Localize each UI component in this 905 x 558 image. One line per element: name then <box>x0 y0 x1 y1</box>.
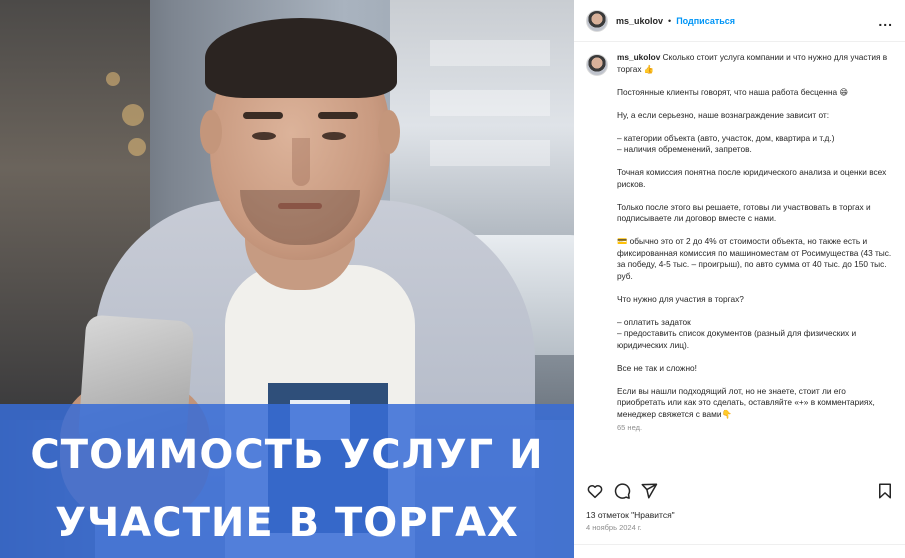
comment-button[interactable] <box>611 480 633 502</box>
caption-paragraph: Ну, а если серьезно, наше вознаграждение… <box>617 109 830 120</box>
share-button[interactable] <box>638 480 660 502</box>
caption-paragraph: – предоставить список документов (разный… <box>617 328 857 350</box>
banner-title-line-1: СТОИМОСТЬ УСЛУГ И <box>30 432 544 478</box>
background-light <box>122 104 144 126</box>
comment-bar <box>574 544 905 558</box>
background-light <box>128 138 146 156</box>
save-button[interactable] <box>874 480 896 502</box>
post-side-panel: ms_ukolov • Подписаться ... ms_ukolov Ск… <box>574 0 905 558</box>
caption-paragraph: – оплатить задаток <box>617 316 691 327</box>
caption-paragraph: Точная комиссия понятна после юридическо… <box>617 167 887 189</box>
background-window <box>430 40 550 66</box>
person-eyebrow <box>318 112 358 119</box>
post-header: ms_ukolov • Подписаться ... <box>574 0 905 42</box>
separator-dot: • <box>668 15 672 26</box>
post-actions <box>584 480 896 502</box>
follow-button[interactable]: Подписаться <box>676 16 735 26</box>
caption-body: ms_ukolov Сколько стоит услуга компании … <box>617 52 893 467</box>
person-eye <box>322 132 346 140</box>
background-light <box>106 72 120 86</box>
caption-paragraph: Только после этого вы решаете, готовы ли… <box>617 201 871 224</box>
person-ear <box>378 110 400 154</box>
heart-icon <box>587 485 603 499</box>
more-options-icon[interactable]: ... <box>878 13 893 29</box>
caption-username[interactable]: ms_ukolov <box>617 52 660 62</box>
avatar[interactable] <box>586 9 608 32</box>
caption-paragraph: 💳 обычно это от 2 до 4% от стоимости объ… <box>617 236 892 281</box>
caption-timestamp[interactable]: 65 нед. <box>617 422 893 434</box>
banner-title-line-2: УЧАСТИЕ В ТОРГАХ <box>55 500 519 546</box>
background-window <box>430 140 550 166</box>
person-hair <box>205 18 397 98</box>
caption-paragraph: Постоянные клиенты говорят, что наша раб… <box>617 86 849 97</box>
post-caption: ms_ukolov Сколько стоит услуга компании … <box>586 52 894 467</box>
author-username[interactable]: ms_ukolov <box>616 16 663 26</box>
caption-paragraph: Что нужно для участия в торгах? <box>617 293 744 304</box>
post-image[interactable]: СТОИМОСТЬ УСЛУГ И УЧАСТИЕ В ТОРГАХ <box>0 0 574 558</box>
background-window <box>430 90 550 116</box>
likes-count[interactable]: 13 отметок "Нравится" <box>586 510 675 520</box>
like-button[interactable] <box>584 480 606 502</box>
share-icon <box>641 483 658 499</box>
caption-paragraph: Если вы нашли подходящий лот, но не знае… <box>617 385 875 419</box>
person-ear <box>200 110 222 154</box>
person-eyebrow <box>243 112 283 119</box>
person-mouth <box>278 203 322 209</box>
bookmark-icon <box>879 483 891 499</box>
caption-avatar[interactable] <box>586 54 608 76</box>
caption-paragraph: Все не так и сложно! <box>617 362 697 373</box>
caption-paragraph: – наличия обременений, запретов. <box>617 144 752 154</box>
person-eye <box>252 132 276 140</box>
person-nose <box>292 138 310 186</box>
post-date: 4 ноябрь 2024 г. <box>586 523 642 532</box>
caption-paragraph: – категории объекта (авто, участок, дом,… <box>617 132 835 143</box>
comment-icon <box>614 483 631 499</box>
